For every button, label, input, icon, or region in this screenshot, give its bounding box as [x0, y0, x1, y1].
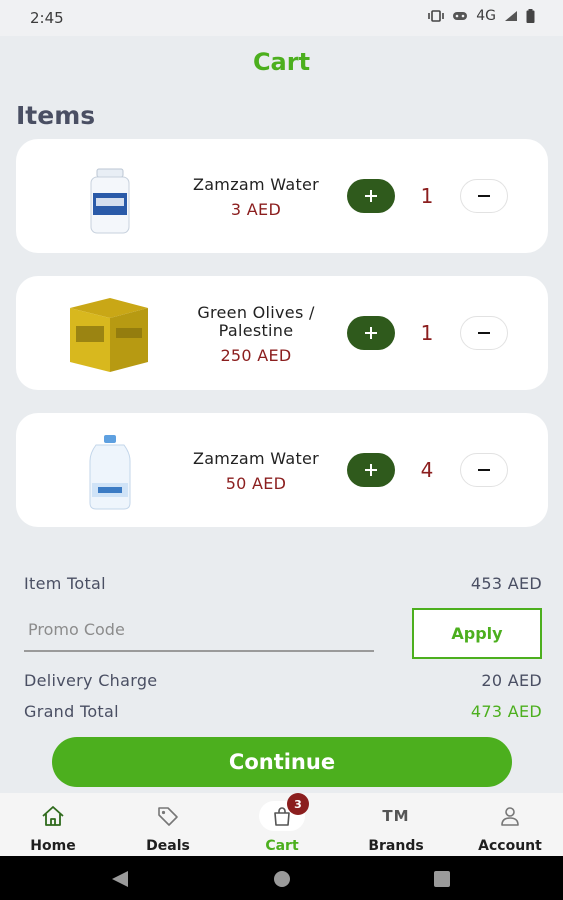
grand-total-label: Grand Total — [24, 702, 119, 721]
nav-cart[interactable]: 3 Cart — [226, 793, 338, 856]
user-icon — [501, 807, 519, 826]
cart-item-card: Zamzam Water 50 AED 4 — [16, 413, 548, 527]
increase-quantity-button[interactable] — [347, 316, 395, 350]
item-price: 3 AED — [230, 200, 282, 219]
product-image[interactable] — [60, 290, 160, 376]
increase-quantity-button[interactable] — [347, 453, 395, 487]
decrease-quantity-button[interactable] — [460, 179, 508, 213]
item-name: Green Olives / Palestine — [197, 303, 315, 340]
item-name: Zamzam Water — [192, 449, 320, 468]
decrease-quantity-button[interactable] — [460, 316, 508, 350]
continue-button[interactable]: Continue — [52, 737, 512, 787]
promo-code-input[interactable] — [24, 608, 374, 652]
nav-home-label: Home — [30, 838, 76, 854]
water-bottle-image — [90, 168, 130, 234]
nav-brands-label: Brands — [368, 838, 424, 854]
gamepad-icon — [453, 12, 468, 20]
item-quantity: 1 — [420, 184, 434, 208]
vibrate-icon — [428, 10, 445, 22]
battery-icon — [526, 9, 535, 23]
nav-account[interactable]: Account — [454, 793, 563, 856]
plus-icon — [365, 190, 377, 202]
delivery-charge-label: Delivery Charge — [24, 671, 158, 690]
delivery-charge-value: 20 AED — [481, 671, 542, 690]
recents-icon[interactable] — [432, 870, 452, 888]
grand-total-value: 473 AED — [470, 702, 542, 721]
bottom-nav: Home Deals 3 Cart TM Brands Account — [0, 793, 563, 856]
nav-account-label: Account — [478, 838, 542, 854]
home-icon — [42, 806, 64, 826]
network-label: 4G — [476, 8, 496, 24]
item-price: 50 AED — [225, 474, 287, 493]
increase-quantity-button[interactable] — [347, 179, 395, 213]
minus-icon — [478, 195, 490, 197]
item-price: 250 AED — [220, 346, 292, 365]
apply-promo-button[interactable]: Apply — [412, 608, 542, 659]
cart-item-card: Green Olives / Palestine 250 AED 1 — [16, 276, 548, 390]
cart-icon-wrapper: 3 — [259, 793, 309, 831]
trademark-icon: TM — [382, 807, 410, 825]
item-info: Zamzam Water 50 AED — [166, 449, 346, 494]
item-name: Zamzam Water — [192, 175, 320, 194]
product-image[interactable] — [60, 153, 160, 239]
tag-icon — [158, 807, 178, 826]
minus-icon — [478, 469, 490, 471]
item-total-label: Item Total — [24, 574, 106, 593]
page-title: Cart — [252, 48, 311, 76]
minus-icon — [478, 332, 490, 334]
status-time: 2:45 — [30, 9, 64, 27]
plus-icon — [365, 464, 377, 476]
home-circle-icon[interactable] — [272, 870, 292, 888]
plus-icon — [365, 327, 377, 339]
nav-deals[interactable]: Deals — [112, 793, 224, 856]
item-info: Green Olives / Palestine 250 AED — [166, 303, 346, 366]
item-total-value: 453 AED — [470, 574, 542, 593]
nav-deals-label: Deals — [146, 838, 190, 854]
olive-tin-image — [70, 298, 148, 372]
status-icons: 4G — [428, 8, 535, 24]
signal-icon — [505, 11, 517, 21]
cart-item-card: Zamzam Water 3 AED 1 — [16, 139, 548, 253]
status-bar: 2:45 4G — [0, 0, 563, 36]
product-image[interactable] — [60, 427, 160, 513]
back-icon[interactable] — [110, 870, 130, 888]
decrease-quantity-button[interactable] — [460, 453, 508, 487]
system-nav-bar — [0, 856, 563, 900]
item-quantity: 1 — [420, 321, 434, 345]
items-heading: Items — [16, 101, 96, 130]
item-info: Zamzam Water 3 AED — [166, 175, 346, 220]
nav-brands[interactable]: TM Brands — [340, 793, 452, 856]
water-jug-image — [89, 435, 131, 510]
cart-count-badge: 3 — [287, 793, 309, 815]
nav-cart-label: Cart — [265, 838, 299, 854]
item-quantity: 4 — [420, 458, 434, 482]
nav-home[interactable]: Home — [0, 793, 109, 856]
